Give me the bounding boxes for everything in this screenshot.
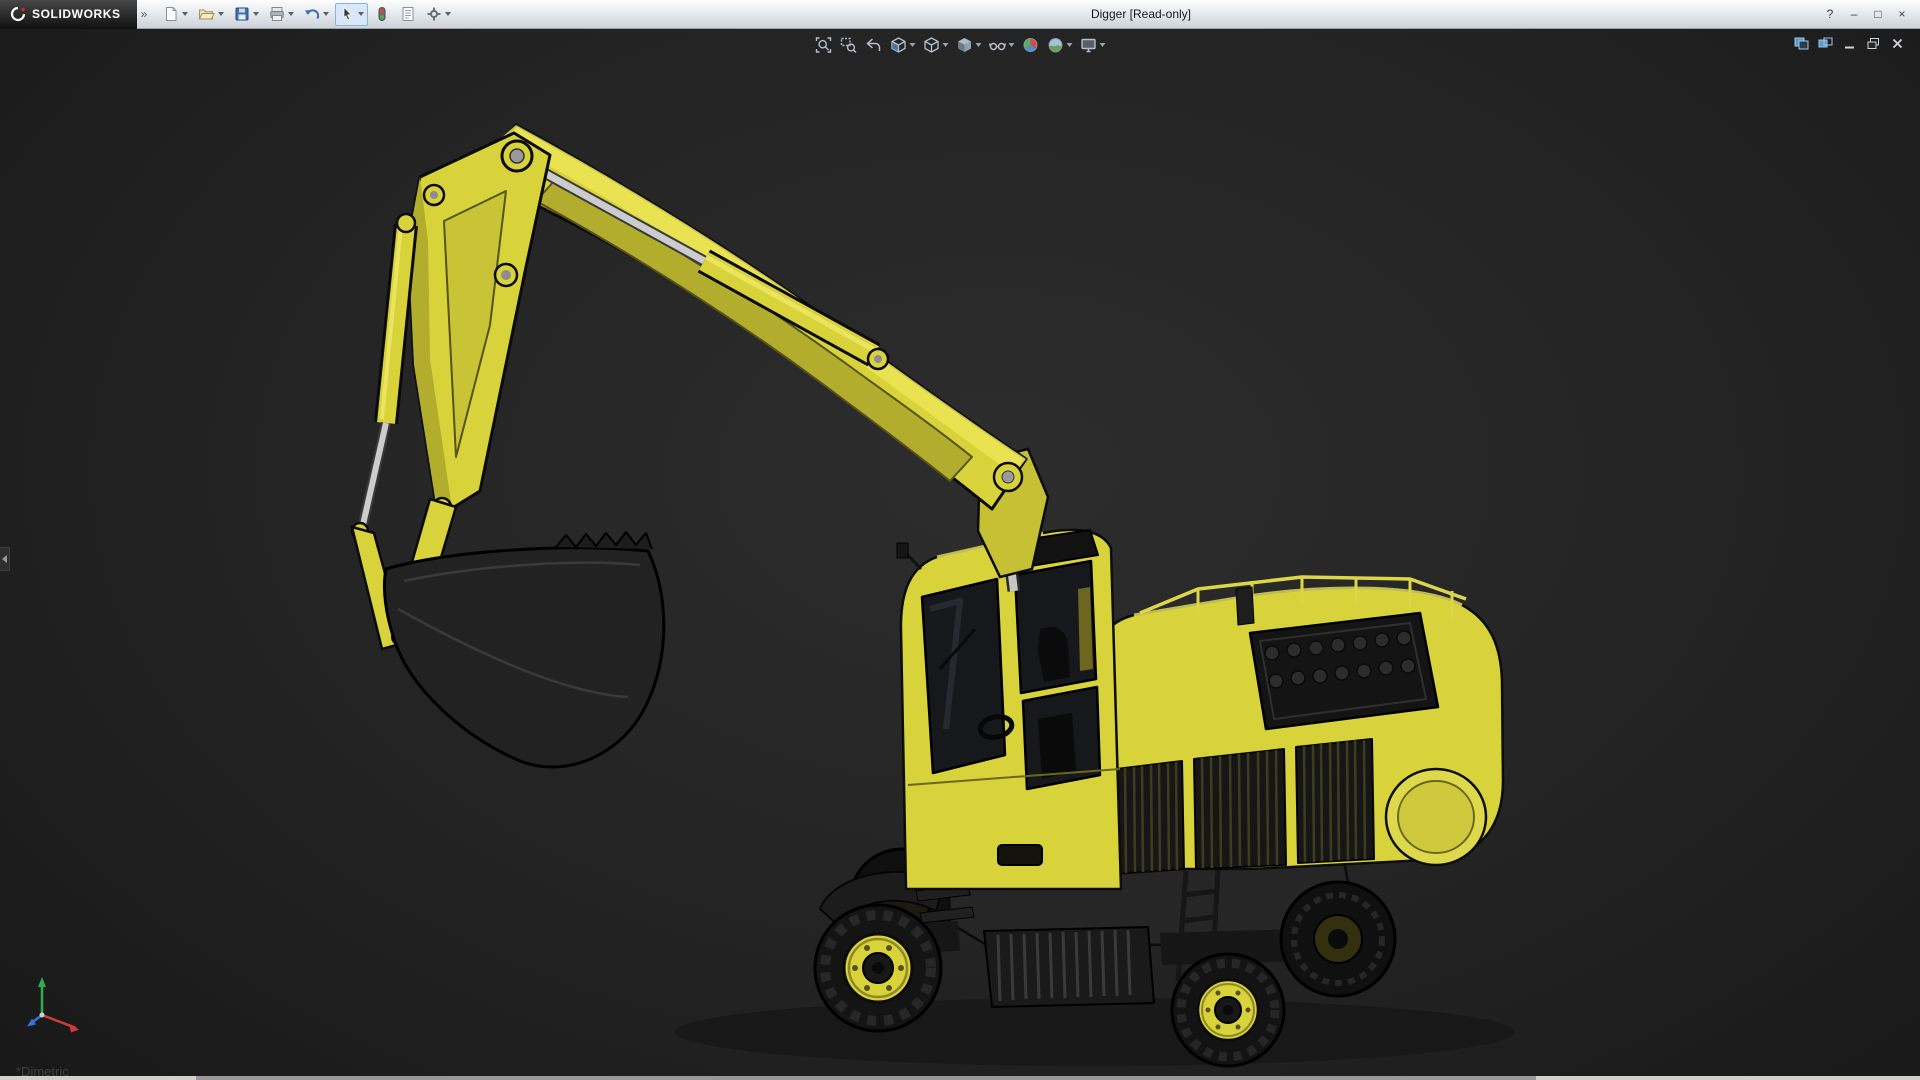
tile-window-button[interactable] — [1793, 36, 1810, 51]
dropdown-caret-icon[interactable] — [288, 12, 294, 16]
print-button[interactable] — [265, 3, 298, 26]
wheel-rear-right[interactable] — [1281, 882, 1395, 996]
status-bar — [0, 1076, 1920, 1080]
view-orientation-button[interactable] — [920, 34, 952, 56]
mirror — [897, 543, 908, 558]
file-properties-button[interactable] — [396, 3, 420, 26]
tile-windows-icon — [1794, 37, 1809, 50]
heads-up-view-toolbar — [812, 34, 1109, 56]
options-button[interactable] — [422, 3, 455, 26]
wheel-front-left[interactable] — [815, 905, 941, 1031]
main-toolbar — [159, 3, 455, 26]
dropdown-caret-icon[interactable] — [943, 43, 949, 47]
previous-view-button[interactable] — [862, 34, 886, 56]
apply-scene-button[interactable] — [1044, 34, 1076, 56]
select-button[interactable] — [335, 3, 368, 26]
exhaust — [1236, 587, 1254, 625]
open-button[interactable] — [194, 3, 228, 26]
floppy-icon — [234, 6, 250, 22]
menu-expand-chevron-icon[interactable]: » — [141, 7, 148, 21]
stick-cylinder[interactable] — [352, 214, 415, 539]
cascade-windows-icon — [1818, 37, 1833, 50]
ground-shadow — [675, 998, 1515, 1066]
folder-icon — [198, 6, 215, 22]
status-bar-inset — [196, 1076, 1536, 1080]
dropdown-caret-icon[interactable] — [218, 12, 224, 16]
new-document-button[interactable] — [159, 3, 192, 26]
shaded-cube-icon — [956, 36, 974, 54]
dropdown-caret-icon[interactable] — [976, 43, 982, 47]
document-lines-icon — [400, 6, 416, 22]
restore-document-button[interactable] — [1865, 36, 1882, 51]
undo-arrow-icon — [304, 6, 320, 22]
document-title: Digger [Read-only] — [362, 0, 1920, 29]
minimize-icon — [1843, 37, 1857, 50]
close-button[interactable]: × — [1892, 4, 1912, 24]
maximize-button[interactable]: □ — [1868, 4, 1888, 24]
minimize-button[interactable]: – — [1844, 4, 1864, 24]
magnifier-area-icon — [840, 36, 858, 54]
cursor-icon — [339, 6, 355, 22]
edit-appearance-button[interactable] — [1019, 34, 1043, 56]
dropdown-caret-icon[interactable] — [323, 12, 329, 16]
back-arrow-icon — [865, 36, 883, 54]
upper-body[interactable] — [1088, 577, 1503, 875]
save-button[interactable] — [230, 3, 263, 26]
dropdown-caret-icon[interactable] — [1100, 43, 1106, 47]
bucket-teeth — [556, 532, 652, 549]
scene-ball-icon — [1047, 36, 1065, 54]
solidworks-window: SOLIDWORKS » — [0, 0, 1920, 1080]
rebuild-button[interactable] — [370, 3, 394, 26]
magnifier-fit-icon — [815, 36, 833, 54]
traffic-light-icon — [374, 6, 390, 22]
minimize-document-button[interactable] — [1841, 36, 1858, 51]
close-icon — [1891, 37, 1904, 50]
display-style-button[interactable] — [953, 34, 985, 56]
wireframe-cube-icon — [923, 36, 941, 54]
stick-arm[interactable] — [408, 133, 550, 517]
document-window-controls — [1793, 36, 1906, 51]
dropdown-caret-icon[interactable] — [1067, 43, 1073, 47]
wheel-front-right[interactable] — [1172, 954, 1284, 1066]
panel-collapse-tab[interactable] — [0, 547, 10, 571]
glasses-icon — [989, 36, 1007, 54]
new-window-button[interactable] — [1817, 36, 1834, 51]
dropdown-caret-icon[interactable] — [1009, 43, 1015, 47]
gear-icon — [426, 6, 442, 22]
monitor-icon — [1080, 36, 1098, 54]
dropdown-caret-icon[interactable] — [910, 43, 916, 47]
close-document-button[interactable] — [1889, 36, 1906, 51]
zoom-to-fit-button[interactable] — [812, 34, 836, 56]
printer-icon — [269, 6, 285, 22]
bucket[interactable] — [384, 532, 663, 767]
excavator-model[interactable] — [0, 29, 1920, 1080]
dropdown-caret-icon[interactable] — [358, 12, 364, 16]
orientation-triad — [27, 977, 79, 1033]
engine-block[interactable] — [1250, 613, 1438, 729]
help-button[interactable]: ? — [1820, 4, 1840, 24]
boom-cylinder[interactable] — [519, 154, 888, 369]
section-view-button[interactable] — [887, 34, 919, 56]
view-settings-button[interactable] — [1077, 34, 1109, 56]
title-bar: SOLIDWORKS » — [0, 0, 1920, 29]
undo-button[interactable] — [300, 3, 333, 26]
section-cube-icon — [890, 36, 908, 54]
color-ball-icon — [1022, 36, 1040, 54]
seat — [1038, 627, 1070, 682]
dropdown-caret-icon[interactable] — [253, 12, 259, 16]
zoom-to-area-button[interactable] — [837, 34, 861, 56]
document-icon — [163, 6, 179, 22]
hide-show-items-button[interactable] — [986, 34, 1018, 56]
brand-text: SOLIDWORKS — [32, 7, 121, 21]
dropdown-caret-icon[interactable] — [182, 12, 188, 16]
window-controls: ? – □ × — [1820, 4, 1920, 24]
graphics-area[interactable]: *Dimetric — [0, 29, 1920, 1080]
restore-icon — [1866, 37, 1881, 50]
solidworks-logo: SOLIDWORKS — [0, 0, 137, 29]
dassault-logo-icon — [10, 6, 26, 22]
collapse-arrow-icon — [2, 555, 7, 563]
dropdown-caret-icon[interactable] — [445, 12, 451, 16]
